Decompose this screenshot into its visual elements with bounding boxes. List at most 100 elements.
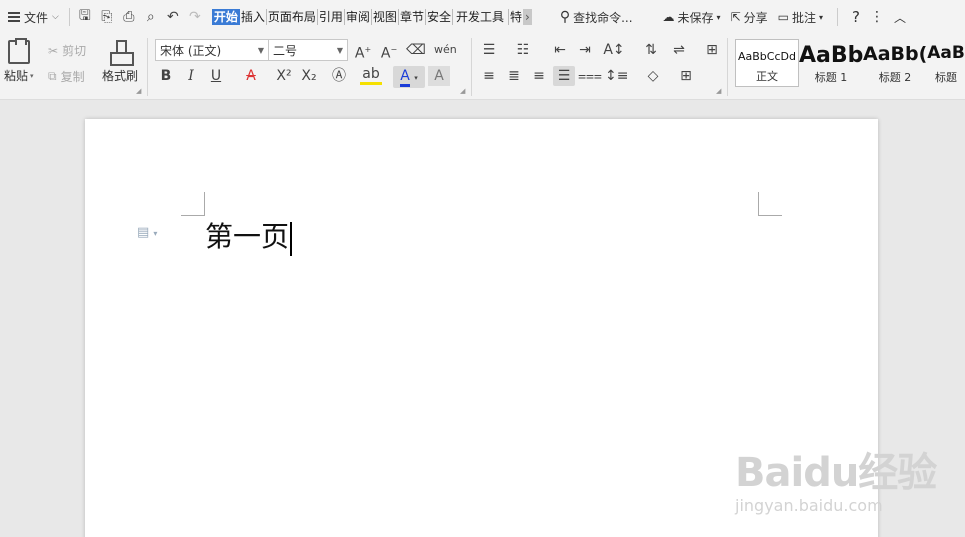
clipboard-icon xyxy=(7,38,30,64)
paragraph-group-launcher-icon[interactable]: ◢ xyxy=(716,87,721,95)
style-heading-1[interactable]: AaBb 标题 1 xyxy=(799,39,863,87)
comment-icon: ▭ xyxy=(777,10,789,24)
scissors-icon: ✂ xyxy=(48,43,59,58)
document-body[interactable]: 第一页 xyxy=(205,215,292,256)
phonetic-guide-icon[interactable]: wén xyxy=(434,40,457,60)
italic-icon[interactable]: I xyxy=(180,66,202,86)
tab-home[interactable]: 开始 xyxy=(211,9,240,25)
share-label: 分享 xyxy=(743,10,768,25)
paste-button[interactable]: 粘贴 ▾ xyxy=(4,38,34,84)
format-painter-icon xyxy=(110,40,134,66)
divider xyxy=(68,8,70,26)
style-name: 正文 xyxy=(756,70,778,83)
superscript-icon[interactable]: X² xyxy=(273,66,295,86)
watermark-url: jingyan.baidu.com xyxy=(735,496,883,515)
search-icon: ⚲ xyxy=(559,9,571,25)
divider xyxy=(727,38,728,96)
tab-view[interactable]: 视图 xyxy=(372,9,399,25)
subscript-icon[interactable]: X₂ xyxy=(298,66,320,86)
chevron-down-icon: ⌵ xyxy=(52,12,59,22)
help-button[interactable]: ? xyxy=(852,8,860,26)
style-preview: AaBbCcDd xyxy=(738,50,796,63)
tab-special[interactable]: 特 xyxy=(509,9,523,25)
increase-indent-icon[interactable]: ⇥ xyxy=(574,40,596,60)
format-painter-button[interactable]: 格式刷 xyxy=(102,40,138,84)
font-size-select[interactable]: 二号 ▼ xyxy=(268,39,348,61)
text-effect-icon[interactable]: Ⓐ xyxy=(328,66,350,86)
style-heading-2[interactable]: AaBb( 标题 2 xyxy=(863,39,927,87)
tab-insert[interactable]: 插入 xyxy=(240,9,267,25)
sort-icon[interactable]: ⇅ xyxy=(640,40,662,60)
table-border-icon[interactable]: ⊞ xyxy=(701,40,723,60)
increase-font-size-icon[interactable]: A+ xyxy=(352,40,374,64)
cloud-icon: ☁ xyxy=(662,10,675,24)
paragraph-layout-icon[interactable]: ▤ ▾ xyxy=(137,225,157,240)
share-icon: ⇱ xyxy=(730,10,741,24)
borders-icon[interactable]: ⊞ xyxy=(675,66,697,86)
strikethrough-icon[interactable]: A xyxy=(240,66,262,86)
unsaved-label: 未保存 xyxy=(677,10,714,25)
ribbon-tabs: 开始 插入 页面布局 引用 审阅 视图 章节 安全 开发工具 特 › xyxy=(211,9,532,25)
font-group-launcher-icon[interactable]: ◢ xyxy=(460,87,465,95)
font-color-button[interactable]: A ▾ xyxy=(393,66,425,88)
comment-button[interactable]: ▭ 批注 ▾ xyxy=(778,9,823,26)
shading-icon[interactable]: ◇ xyxy=(642,66,664,86)
right-controls: ☁ 未保存 ▾ ⇱ 分享 ▭ 批注 ▾ ? ⋮ ︿ xyxy=(663,8,906,26)
align-center-icon[interactable]: ≣ xyxy=(503,66,525,86)
more-options-icon[interactable]: ⋮ xyxy=(870,9,884,25)
show-marks-icon[interactable]: ⇌ xyxy=(668,40,690,60)
print-icon[interactable]: ⎙ xyxy=(118,9,140,25)
highlight-color-icon[interactable]: ab xyxy=(360,66,382,85)
watermark-brand: Baidu经验 xyxy=(735,450,937,496)
decrease-indent-icon[interactable]: ⇤ xyxy=(549,40,571,60)
style-normal[interactable]: AaBbCcDd 正文 xyxy=(735,39,799,87)
align-right-icon[interactable]: ≡ xyxy=(528,66,550,86)
tab-sections[interactable]: 章节 xyxy=(399,9,426,25)
undo-icon[interactable]: ↶ xyxy=(162,9,184,25)
copy-label: 复制 xyxy=(60,70,85,84)
tab-review[interactable]: 审阅 xyxy=(345,9,372,25)
more-tabs-arrow-icon[interactable]: › xyxy=(523,9,532,25)
line-spacing-icon[interactable]: ↕≡ xyxy=(605,66,628,86)
command-search[interactable]: ⚲ 查找命令... xyxy=(560,7,633,27)
justify-icon[interactable]: ☰ xyxy=(553,66,575,86)
align-left-icon[interactable]: ≡ xyxy=(478,66,500,86)
font-size-value: 二号 xyxy=(273,43,298,58)
redo-icon[interactable]: ↷ xyxy=(184,9,206,25)
cut-button[interactable]: ✂ 剪切 xyxy=(48,42,86,59)
export-pdf-icon[interactable]: ⎘ xyxy=(96,9,118,25)
clear-formatting-icon[interactable]: ⌫ xyxy=(405,40,427,60)
style-preview: AaB xyxy=(927,43,965,63)
unsaved-status-button[interactable]: ☁ 未保存 ▾ xyxy=(663,9,721,26)
font-name-select[interactable]: 宋体 (正文) ▼ xyxy=(155,39,269,61)
numbered-list-icon[interactable]: ☷ xyxy=(512,40,534,60)
clipboard-group-launcher-icon[interactable]: ◢ xyxy=(136,87,141,95)
style-name: 标题 2 xyxy=(878,71,912,84)
save-icon[interactable]: 🖫 xyxy=(74,5,96,29)
text-direction-icon[interactable]: A↕ xyxy=(603,40,625,60)
chevron-down-icon: ▾ xyxy=(716,12,721,22)
print-preview-icon[interactable]: ⌕ xyxy=(140,9,162,25)
file-menu-label: 文件 xyxy=(24,10,49,25)
hamburger-icon xyxy=(8,12,20,22)
copy-button[interactable]: ⧉ 复制 xyxy=(48,68,85,85)
underline-icon[interactable]: U xyxy=(205,66,227,86)
divider xyxy=(147,38,148,96)
character-shading-icon[interactable]: A xyxy=(428,66,450,86)
tab-developer[interactable]: 开发工具 xyxy=(453,9,509,25)
comment-label: 批注 xyxy=(791,10,816,25)
collapse-ribbon-icon[interactable]: ︿ xyxy=(894,9,906,26)
file-menu-button[interactable]: 文件 ⌵ xyxy=(0,7,65,27)
tab-page-layout[interactable]: 页面布局 xyxy=(267,9,318,25)
style-title[interactable]: AaB 标题 xyxy=(927,39,965,87)
font-name-value: 宋体 (正文) xyxy=(160,43,222,58)
cut-label: 剪切 xyxy=(62,44,87,58)
bullet-list-icon[interactable]: ☰ xyxy=(478,40,500,60)
distributed-align-icon[interactable]: ⩶ xyxy=(578,66,602,86)
format-painter-label: 格式刷 xyxy=(102,69,139,83)
tab-references[interactable]: 引用 xyxy=(318,9,345,25)
share-button[interactable]: ⇱ 分享 xyxy=(731,9,768,26)
bold-icon[interactable]: B xyxy=(155,66,177,86)
decrease-font-size-icon[interactable]: A− xyxy=(378,40,400,64)
tab-security[interactable]: 安全 xyxy=(426,9,453,25)
